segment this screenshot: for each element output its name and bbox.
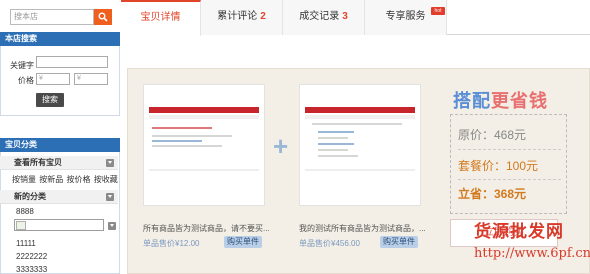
combo-slogan: 搭配更省钱 [453,87,548,113]
hot-badge: hot [431,7,445,15]
combo-price-box: 原价：468元 套餐价：100元 立省：368元 [450,114,567,214]
save-amount: 立省：368元 [458,187,527,201]
tab-label: 宝贝详情 [140,12,181,23]
thumb-line [318,131,354,133]
watermark-url: http://www.6pf.cn [474,246,590,261]
tab-details[interactable]: 宝贝详情 [121,0,201,36]
tab-label: 专享服务 [385,11,426,22]
tab-transactions[interactable]: 成交记录 3 [283,0,365,35]
price-max-input[interactable]: ¥ [74,73,108,85]
category-item[interactable]: 8888 [16,207,34,216]
shop-search-input[interactable]: 搜本店 [10,9,94,25]
shop-search: 搜本店 [10,9,112,25]
store-search-button[interactable]: 搜索 [36,93,64,107]
category-new[interactable]: 新的分类 [0,190,118,204]
view-all-items[interactable]: 查看所有宝贝 [0,156,118,170]
review-count: 2 [260,11,266,22]
slogan-part1: 搭配 [453,91,491,111]
broken-image-icon [16,221,26,230]
categories-title: 宝贝分类 [0,138,120,152]
slogan-part2: 更省钱 [491,91,548,111]
product-price: 单品售价¥12.00 [143,239,200,248]
sort-by-sales[interactable]: 按销量 [12,175,36,184]
thumb-line [318,143,354,145]
thumb-line [152,135,232,137]
buy-single-button[interactable]: 购买单件 [224,236,262,248]
category-new-label: 新的分类 [14,192,46,201]
thumb-header [149,107,259,113]
sidebar: 搜本店 本店搜索 关键字 价格 ¥ ¥ 搜索 宝贝分类 查看所有宝贝 按销量 按… [0,0,120,274]
price-label: 价格 [18,76,34,85]
divider [458,149,561,150]
thumb-line [318,149,348,151]
buy-single-button[interactable]: 购买单件 [380,236,418,248]
category-item[interactable]: 3333333 [16,265,47,274]
product-price: 单品售价¥456.00 [299,239,360,248]
set-price: 套餐价：100元 [458,159,539,173]
category-item[interactable]: 11111 [16,239,36,248]
thumb-line [152,145,222,147]
store-search-title: 本店搜索 [0,32,120,46]
thumb-line [305,169,415,171]
thumb-line [152,127,212,129]
category-item[interactable]: 2222222 [16,252,47,261]
view-all-label: 查看所有宝贝 [14,158,62,167]
product-name[interactable]: 所有商品皆为测试商品，请不要买... [143,223,270,234]
category-image-placeholder [14,219,104,231]
divider [458,179,561,180]
thumb-line [318,155,358,157]
combo-deal-panel: + 所有商品皆为测试商品，请不要买... 单品售价¥12.00 购买单件 我的测… [127,68,590,274]
detail-tabs: 宝贝详情 累计评论 2 成交记录 3 专享服务 hot [121,0,590,36]
plus-icon: + [273,131,289,161]
collapse-icon[interactable] [108,222,116,230]
keyword-label: 关键字 [10,61,34,70]
sort-links: 按销量 按新品 按价格 按收藏 [12,174,119,185]
tab-reviews[interactable]: 累计评论 2 [201,0,283,35]
sort-by-favorites[interactable]: 按收藏 [94,175,118,184]
sort-by-price[interactable]: 按价格 [66,175,90,184]
thumb-nav [305,115,415,119]
tab-exclusive-service[interactable]: 专享服务 hot [365,0,447,35]
collapse-icon[interactable] [106,159,114,167]
product-thumbnail[interactable] [143,84,265,206]
tab-label: 累计评论 [217,11,258,22]
thumb-line [312,123,402,125]
collapse-icon[interactable] [106,193,114,201]
product-thumbnail[interactable] [299,84,421,206]
search-icon [98,12,108,22]
watermark-title: 货源批发网 [474,222,564,242]
tab-label: 成交记录 [299,11,340,22]
store-search-box: 关键字 价格 ¥ ¥ 搜索 [0,46,120,116]
sort-by-new[interactable]: 按新品 [39,175,63,184]
original-price: 原价：468元 [458,128,527,142]
thumb-header [305,107,415,113]
thumb-line [152,140,202,142]
keyword-input[interactable] [36,56,108,68]
price-min-input[interactable]: ¥ [36,73,70,85]
thumb-line [318,137,348,139]
thumb-line [149,169,259,171]
thumb-nav [149,115,259,119]
shop-search-button[interactable] [94,9,112,25]
transaction-count: 3 [342,11,348,22]
product-name[interactable]: 我的测试所有商品皆为测试商品，... [299,223,426,234]
